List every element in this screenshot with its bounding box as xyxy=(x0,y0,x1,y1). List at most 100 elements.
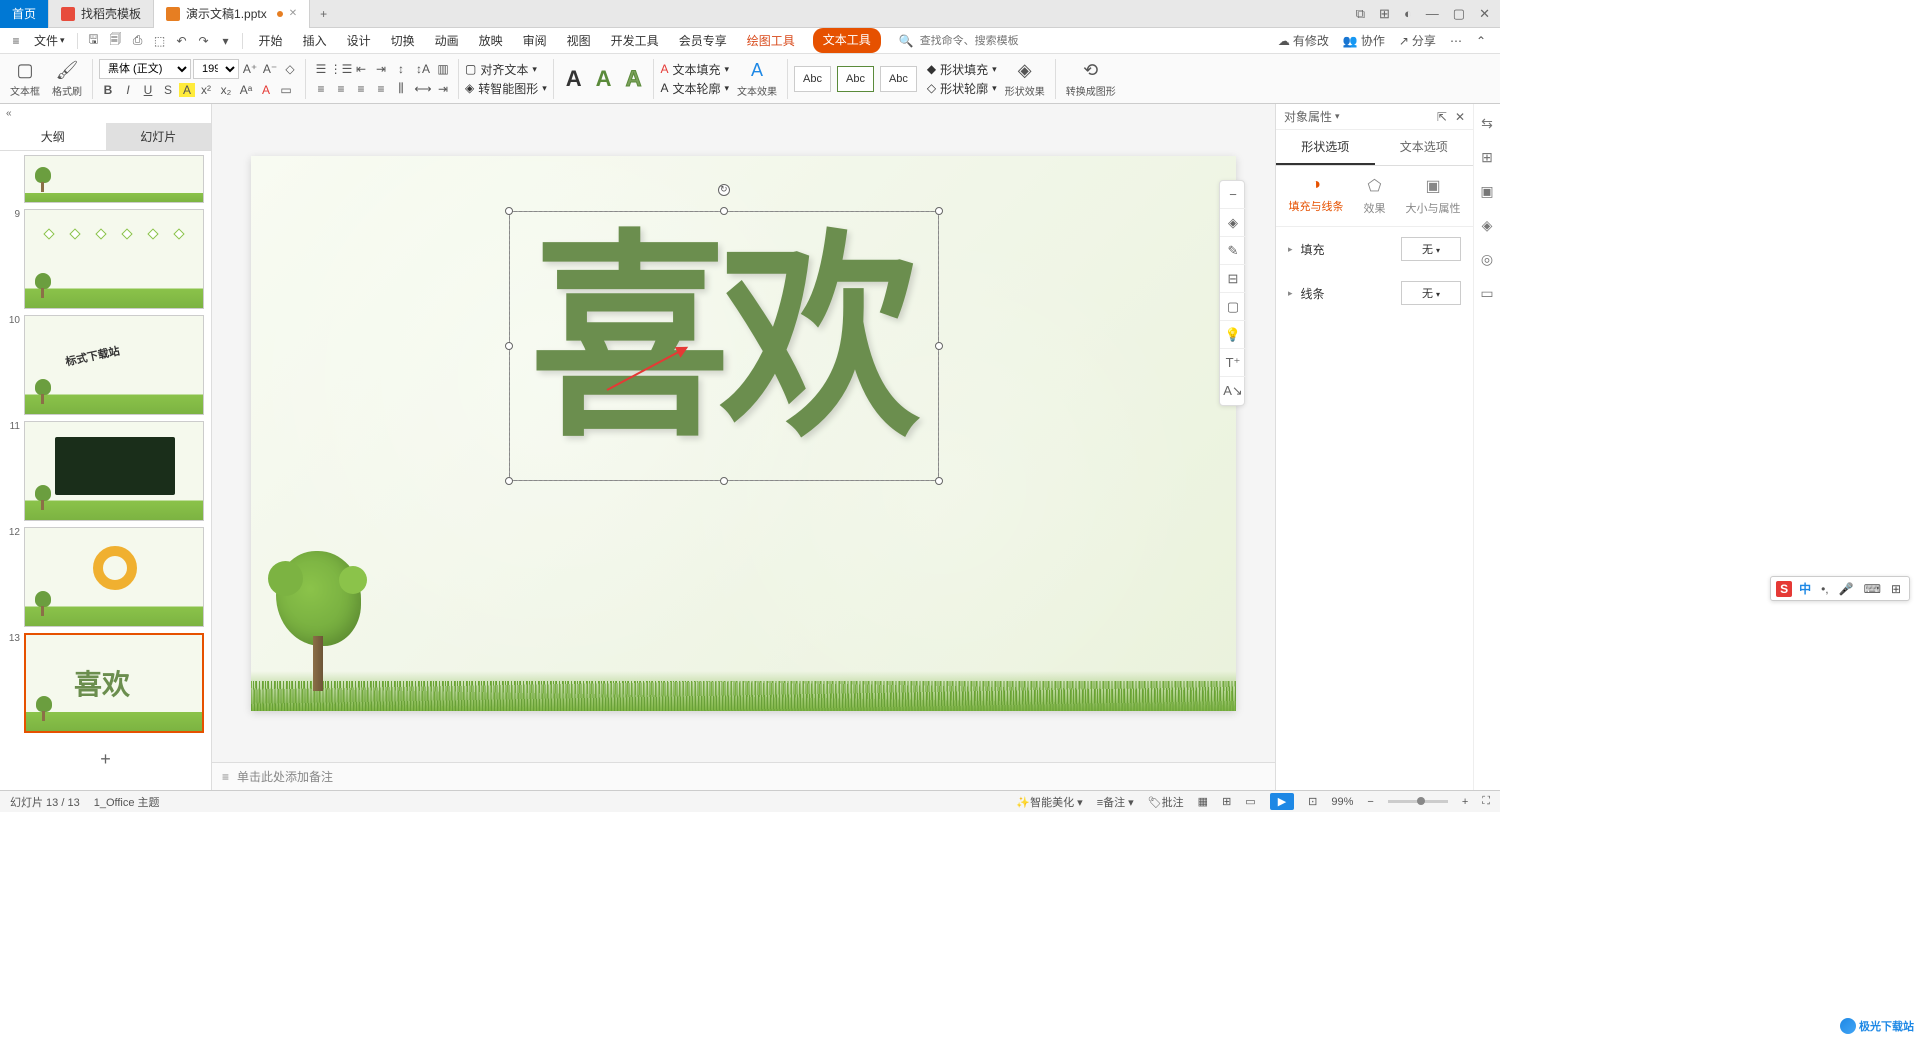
notes-bar[interactable]: ≡ 单击此处添加备注 xyxy=(212,762,1275,790)
line-select[interactable]: 无 ▾ xyxy=(1401,281,1461,305)
convert-to-image[interactable]: ⟲转换成图形 xyxy=(1062,60,1120,98)
align-left-icon[interactable]: ≡ xyxy=(312,80,330,98)
highlight-button[interactable]: A xyxy=(179,83,195,97)
font-name-select[interactable]: 黑体 (正文) xyxy=(99,59,191,79)
slides-tab[interactable]: 幻灯片 xyxy=(106,123,212,150)
resize-handle[interactable] xyxy=(935,207,943,215)
slide-big-text[interactable]: 喜欢 xyxy=(530,230,910,450)
tab-review[interactable]: 审阅 xyxy=(521,28,549,53)
side-location-icon[interactable]: ◎ xyxy=(1478,250,1496,268)
text-dir-icon[interactable]: ↕A xyxy=(414,60,432,78)
collapse-thumbs-icon[interactable]: « xyxy=(0,104,211,123)
shape-style-1[interactable]: Abc xyxy=(794,66,831,92)
resize-handle[interactable] xyxy=(505,342,513,350)
strike-button[interactable]: S xyxy=(159,81,177,99)
ime-grid-icon[interactable]: ⊞ xyxy=(1888,582,1904,596)
maximize-icon[interactable]: ▢ xyxy=(1453,6,1465,22)
view-sorter-icon[interactable]: ⊞ xyxy=(1222,795,1231,808)
fill-row[interactable]: ▸ 填充 无 ▾ xyxy=(1276,227,1473,271)
fill-line-subtab[interactable]: ◑填充与线条 xyxy=(1289,176,1344,216)
shape-fill-label[interactable]: 形状填充 xyxy=(940,61,988,78)
tab-member[interactable]: 会员专享 xyxy=(677,28,729,53)
layout-icon[interactable]: ⧉ xyxy=(1356,6,1365,22)
effect-subtab[interactable]: ⬠效果 xyxy=(1364,176,1386,216)
panel-close-icon[interactable]: ✕ xyxy=(1455,110,1465,124)
ime-toolbar[interactable]: S 中 •, 🎤 ⌨ ⊞ xyxy=(1770,576,1910,601)
minimize-icon[interactable]: — xyxy=(1426,6,1439,22)
align-right-icon[interactable]: ≡ xyxy=(352,80,370,98)
shape-effect[interactable]: ◈形状效果 xyxy=(1001,60,1049,98)
font-size-select[interactable]: 199 xyxy=(193,59,239,79)
tab-text-tool[interactable]: 文本工具 xyxy=(813,28,881,53)
text-style-a2[interactable]: A xyxy=(596,66,612,92)
italic-button[interactable]: I xyxy=(119,81,137,99)
text-style-a1[interactable]: A xyxy=(566,66,582,92)
new-tab-button[interactable]: + xyxy=(310,7,337,21)
tab-transition[interactable]: 切换 xyxy=(389,28,417,53)
clear-format-icon[interactable]: ◇ xyxy=(281,60,299,78)
menu-icon[interactable]: ≡ xyxy=(6,31,26,51)
ft-layer-icon[interactable]: ◈ xyxy=(1220,209,1246,237)
tab-start[interactable]: 开始 xyxy=(257,28,285,53)
resize-handle[interactable] xyxy=(720,477,728,485)
more-qat-icon[interactable]: ▾ xyxy=(216,31,236,51)
expand-icon[interactable]: ▸ xyxy=(1288,288,1293,299)
ft-text-icon[interactable]: T⁺ xyxy=(1220,349,1246,377)
resize-handle[interactable] xyxy=(720,207,728,215)
ime-s-icon[interactable]: S xyxy=(1776,581,1792,597)
shape-outline-label[interactable]: 形状轮廓 xyxy=(940,80,988,97)
smart-shape-label[interactable]: 转智能图形 xyxy=(478,80,538,97)
text-options-tab[interactable]: 文本选项 xyxy=(1375,130,1474,165)
align-justify-icon[interactable]: ≡ xyxy=(372,80,390,98)
resize-handle[interactable] xyxy=(935,342,943,350)
saveas-icon[interactable]: 🗐 xyxy=(106,31,126,51)
tab-insert[interactable]: 插入 xyxy=(301,28,329,53)
ft-select-icon[interactable]: A↘ xyxy=(1220,377,1246,405)
fullscreen-icon[interactable]: ⛶ xyxy=(1482,795,1490,808)
tab-animation[interactable]: 动画 xyxy=(433,28,461,53)
text-style-a3[interactable]: A xyxy=(626,66,642,92)
collapse-ribbon-icon[interactable]: ⌃ xyxy=(1476,34,1486,48)
tab-home[interactable]: 首页 xyxy=(0,0,49,28)
decrease-font-icon[interactable]: A⁻ xyxy=(261,60,279,78)
numbering-icon[interactable]: ⋮☰ xyxy=(332,60,350,78)
text-effect[interactable]: A文本效果 xyxy=(733,60,781,98)
tab-view[interactable]: 视图 xyxy=(565,28,593,53)
side-layers-icon[interactable]: ▣ xyxy=(1478,182,1496,200)
outline-tab[interactable]: 大纲 xyxy=(0,123,106,150)
resize-handle[interactable] xyxy=(505,477,513,485)
print-icon[interactable]: ⎙ xyxy=(128,31,148,51)
thumb-list[interactable]: 9 10标式下载站 11 12 13喜欢 + xyxy=(0,151,211,790)
cloud-pending[interactable]: ☁有修改 xyxy=(1278,32,1329,49)
apps-icon[interactable]: ⊞ xyxy=(1379,6,1390,22)
search-input[interactable] xyxy=(920,35,1040,47)
indent-dec-icon[interactable]: ⇤ xyxy=(352,60,370,78)
underline-button[interactable]: U xyxy=(139,81,157,99)
redo-icon[interactable]: ↷ xyxy=(194,31,214,51)
view-normal-icon[interactable]: ▦ xyxy=(1198,795,1208,808)
slide-canvas[interactable]: 喜欢 xyxy=(251,156,1236,711)
thumb-slide-13[interactable]: 13喜欢 xyxy=(4,633,207,733)
tab-templates[interactable]: 找稻壳模板 xyxy=(49,0,154,28)
search-box[interactable]: 🔍 xyxy=(899,34,1040,48)
fill-select[interactable]: 无 ▾ xyxy=(1401,237,1461,261)
indent-inc-icon[interactable]: ⇥ xyxy=(372,60,390,78)
side-style-icon[interactable]: ◈ xyxy=(1478,216,1496,234)
close-icon[interactable]: ✕ xyxy=(289,8,297,19)
thumb-slide-11[interactable]: 11 xyxy=(4,421,207,521)
textbox-tool[interactable]: ▢文本框 xyxy=(6,60,44,98)
spacing-icon[interactable]: ⟷ xyxy=(414,80,432,98)
ime-keyboard-icon[interactable]: ⌨ xyxy=(1861,582,1884,596)
resize-handle[interactable] xyxy=(935,477,943,485)
save-icon[interactable]: 🖫 xyxy=(84,31,104,51)
file-menu[interactable]: 文件▾ xyxy=(28,30,71,51)
distribute-icon[interactable]: ⫼ xyxy=(392,80,410,98)
play-button[interactable]: ▶ xyxy=(1270,793,1294,810)
notes-placeholder[interactable]: 单击此处添加备注 xyxy=(237,768,333,785)
bg-color-button[interactable]: ▭ xyxy=(277,81,295,99)
line-spacing-icon[interactable]: ↕ xyxy=(392,60,410,78)
side-book-icon[interactable]: ▭ xyxy=(1478,284,1496,302)
align-text-label[interactable]: 对齐文本 xyxy=(480,61,528,78)
line-row[interactable]: ▸ 线条 无 ▾ xyxy=(1276,271,1473,315)
resize-handle[interactable] xyxy=(505,207,513,215)
